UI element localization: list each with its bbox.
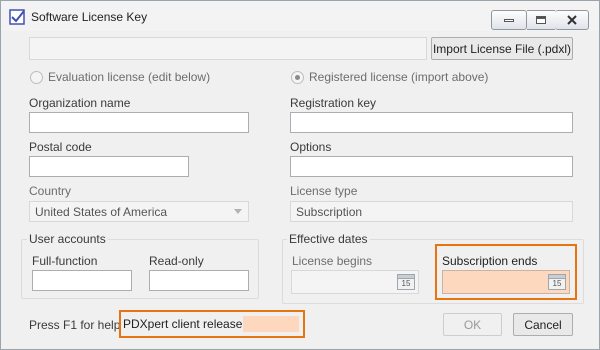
license-type-value: Subscription (296, 205, 363, 219)
full-function-input[interactable] (32, 270, 132, 291)
country-select[interactable]: United States of America (29, 201, 249, 222)
read-only-input[interactable] (149, 270, 249, 291)
organization-label: Organization name (29, 96, 131, 110)
license-type-label: License type (290, 184, 358, 198)
registration-key-label: Registration key (290, 96, 377, 110)
evaluation-license-label: Evaluation license (edit below) (48, 70, 211, 84)
user-accounts-title: User accounts (27, 232, 108, 246)
effective-dates-title: Effective dates (287, 232, 370, 246)
import-license-button[interactable]: Import License File (.pdxl) (431, 37, 573, 60)
title-bar: Software License Key (1, 1, 599, 31)
radio-selected-dot (295, 75, 300, 80)
app-checkbox-icon (9, 9, 25, 25)
calendar-icon[interactable]: 15 (397, 274, 415, 290)
options-input[interactable] (290, 156, 573, 177)
calendar-day: 15 (401, 279, 411, 288)
subscription-ends-label: Subscription ends (442, 254, 538, 268)
calendar-day: 15 (552, 279, 562, 288)
country-value: United States of America (35, 205, 168, 219)
window-title: Software License Key (31, 10, 148, 24)
read-only-label: Read-only (149, 254, 204, 268)
organization-input[interactable] (29, 112, 249, 133)
help-text: Press F1 for help. (29, 318, 124, 332)
ok-button[interactable]: OK (443, 313, 502, 336)
registered-license-radio[interactable] (291, 71, 304, 84)
subscription-ends-date-field[interactable]: 15 (442, 270, 570, 294)
options-label: Options (290, 140, 332, 154)
close-icon (566, 15, 577, 25)
full-function-label: Full-function (32, 254, 98, 268)
license-type-field: Subscription (290, 201, 573, 222)
maximize-button[interactable] (527, 10, 555, 30)
postal-code-input[interactable] (29, 156, 189, 177)
client-release-label: PDXpert client release (123, 317, 243, 331)
license-begins-date-field[interactable]: 15 (291, 270, 419, 294)
registration-key-input[interactable] (290, 112, 573, 133)
license-file-path-field (29, 37, 427, 60)
calendar-icon[interactable]: 15 (548, 274, 566, 290)
maximize-icon (536, 16, 546, 24)
cancel-button[interactable]: Cancel (513, 313, 573, 336)
client-release-value (243, 316, 299, 332)
country-label: Country (29, 184, 72, 198)
dropdown-chevron-icon (234, 209, 242, 214)
close-button[interactable] (555, 10, 589, 30)
minimize-button[interactable] (491, 10, 527, 30)
postal-code-label: Postal code (29, 140, 92, 154)
license-dialog: Software License Key Import License File… (0, 0, 600, 350)
registered-license-label: Registered license (import above) (309, 70, 489, 84)
minimize-icon (504, 18, 514, 22)
license-begins-label: License begins (292, 254, 373, 268)
evaluation-license-radio[interactable] (30, 71, 43, 84)
